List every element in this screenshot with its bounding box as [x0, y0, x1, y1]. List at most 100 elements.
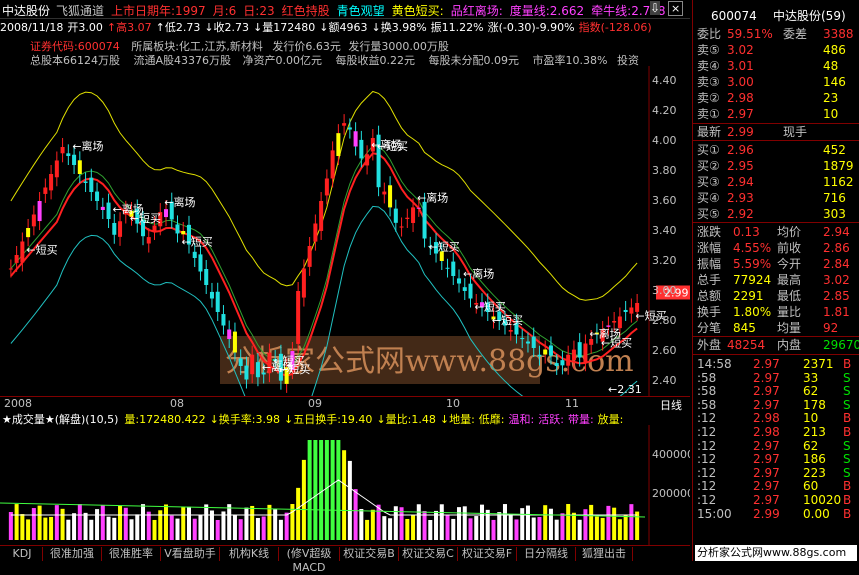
candle-body: [388, 185, 393, 208]
indicator-tab[interactable]: 很准胜率: [102, 547, 161, 561]
candle-body: [324, 178, 329, 196]
candle-body: [629, 307, 634, 314]
stat-label: 前收: [777, 241, 802, 255]
volume-bar: [474, 516, 479, 540]
weibi-row: 委比 59.51% 委差 3388: [693, 26, 859, 42]
indicator-tab[interactable]: 机构K线: [220, 547, 279, 561]
volume-bar: [589, 504, 594, 540]
candle-body: [548, 345, 553, 356]
volume-bar: [502, 504, 507, 540]
close-icon[interactable]: ×: [668, 1, 684, 16]
ask-price: 3.00: [727, 75, 754, 89]
leave-signal-label: ←离场: [417, 190, 448, 204]
candle-body: [175, 224, 180, 234]
bid-row: 买② 2.95 1879: [693, 158, 859, 174]
volume-bar: [238, 519, 243, 540]
indicator-tab[interactable]: 狐狸出击: [576, 547, 633, 561]
candle-body: [531, 336, 536, 348]
volume-bar: [353, 489, 358, 540]
price-tick: 4.20: [652, 104, 677, 117]
indicator-tab[interactable]: 权证交易F: [458, 547, 517, 561]
volume-bar: [255, 517, 260, 540]
ask-label: 卖⑤: [697, 43, 720, 57]
volume-bar: [485, 509, 490, 540]
date-axis: 2008 08 09 10 11 日线: [0, 396, 690, 413]
volume-bar: [20, 514, 25, 540]
ask-volume: 10: [823, 107, 839, 121]
indicator-tab[interactable]: 权证交易C: [399, 547, 458, 561]
volume-bar: [566, 504, 571, 540]
weibi-label: 委比: [697, 27, 722, 41]
candle-body: [319, 201, 324, 231]
indicator-tab[interactable]: 日分隔线: [517, 547, 576, 561]
bid-price: 2.92: [727, 207, 754, 221]
candle-body: [227, 329, 232, 339]
volume-chart[interactable]: 400000 200000: [0, 425, 690, 545]
volume-bar: [232, 514, 237, 540]
indicator-tab[interactable]: (修V超级MACD: [279, 547, 340, 574]
candle-body: [118, 221, 123, 237]
candle-body: [83, 181, 88, 183]
indicator-tab[interactable]: 很准加强: [43, 547, 102, 561]
candle-body: [100, 206, 105, 210]
stat-label: 振幅: [697, 257, 722, 271]
volume-bar: [100, 504, 105, 540]
candle-body: [347, 127, 352, 130]
volume-bar: [152, 519, 157, 540]
volume-bar: [520, 508, 525, 540]
quote-item: 涨(-0.30)-9.90%: [487, 21, 575, 34]
volume-bar: [313, 440, 318, 540]
candle-body: [617, 316, 622, 329]
stat-value: 2.94: [823, 225, 850, 239]
stat-label: 均价: [777, 225, 802, 239]
volume-bar: [457, 507, 462, 540]
volume-bar: [169, 515, 174, 540]
indicator-tab[interactable]: KDJ: [2, 547, 43, 561]
buy-signal-label: ←短买: [26, 243, 57, 257]
kline-chart[interactable]: 分析家公式网www.88gs.com←短买←离场←离场←短买←离场←短买←离场←…: [0, 66, 690, 396]
candle-body: [577, 342, 582, 358]
candle-body: [204, 269, 209, 285]
period-label[interactable]: 日线: [660, 397, 682, 413]
buy-signal-label: ←短买: [181, 234, 212, 248]
volume-bar: [37, 505, 42, 540]
volume-bar: [250, 505, 255, 540]
price-tick: 3.80: [652, 164, 677, 177]
candle-body: [393, 208, 398, 223]
volume-bar: [330, 440, 335, 540]
ask-volume: 23: [823, 91, 839, 105]
candle-body: [451, 261, 456, 276]
panel-divider: [693, 222, 859, 223]
indicator-tab[interactable]: V看盘助手: [161, 547, 220, 561]
weicha-value: 3388: [823, 27, 854, 41]
last-value: 2.99: [727, 125, 754, 139]
volume-bar: [416, 504, 421, 540]
volume-bar: [129, 519, 134, 540]
buy-signal-label: ←短买: [492, 313, 523, 327]
candle-body: [43, 187, 48, 194]
quote-item: ↓额4963: [319, 21, 368, 34]
bid-row: 买① 2.96 452: [693, 142, 859, 158]
volume-bar: [26, 519, 31, 540]
ask-price: 3.02: [727, 43, 754, 57]
volume-bar: [204, 504, 209, 540]
bid-volume: 1162: [823, 175, 854, 189]
candle-body: [14, 255, 19, 263]
stat-value: 1.81: [823, 305, 850, 319]
candle-body: [623, 309, 628, 312]
volume-bar: [227, 504, 232, 540]
price-tick: 2.80: [652, 314, 677, 327]
candle-body: [583, 343, 588, 363]
candle-body: [198, 254, 203, 272]
panel-footer: 分析家公式网www.88gs.com: [695, 545, 857, 561]
header-item: 黄色短买:: [391, 4, 444, 18]
candle-body: [359, 139, 364, 159]
indicator-tab[interactable]: 权证交易B: [340, 547, 399, 561]
candle-body: [112, 222, 117, 235]
volume-bar: [479, 504, 485, 540]
stat-label: 今开: [777, 257, 802, 271]
arrow-down-icon[interactable]: ⇩: [650, 1, 661, 15]
stat-value: 3.02: [823, 273, 850, 287]
candle-body: [49, 174, 54, 191]
volume-bar: [163, 504, 169, 540]
